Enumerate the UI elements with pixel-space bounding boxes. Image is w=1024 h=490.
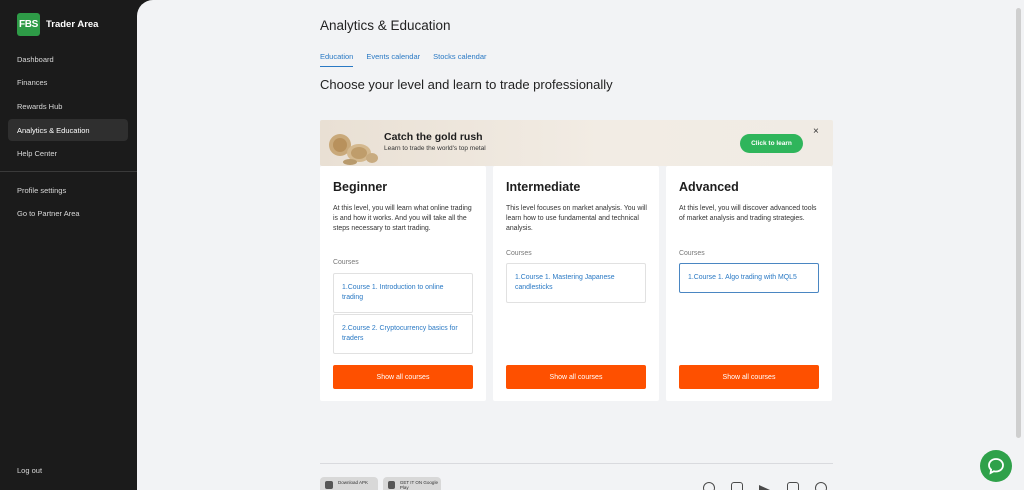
whatsapp-icon[interactable] bbox=[815, 482, 827, 490]
android-icon bbox=[325, 481, 333, 489]
level-card-advanced: Advanced At this level, you will discove… bbox=[666, 166, 832, 401]
course-link[interactable]: 1.Course 1. Mastering Japanese candlesti… bbox=[506, 263, 646, 303]
chat-icon bbox=[988, 458, 1004, 475]
level-title: Advanced bbox=[679, 180, 739, 194]
sidebar-item-help-center[interactable]: Help Center bbox=[8, 142, 128, 164]
sidebar-item-dashboard[interactable]: Dashboard bbox=[8, 48, 128, 70]
level-description: At this level, you will learn what onlin… bbox=[333, 205, 472, 232]
page-scrollbar[interactable] bbox=[1016, 8, 1021, 438]
tab-events-calendar[interactable]: Events calendar bbox=[366, 52, 420, 67]
level-description: At this level, you will discover advance… bbox=[679, 205, 817, 222]
google-play-icon bbox=[388, 481, 395, 489]
courses-label: Courses bbox=[333, 259, 359, 266]
chat-bubble-icon[interactable] bbox=[787, 482, 799, 490]
course-link[interactable]: 1.Course 1. Algo trading with MQL5 bbox=[679, 263, 819, 293]
level-card-beginner: Beginner At this level, you will learn w… bbox=[320, 166, 486, 401]
level-title: Intermediate bbox=[506, 180, 581, 194]
banner-subtitle: Learn to trade the world's top metal bbox=[384, 145, 486, 152]
promo-banner: Catch the gold rush Learn to trade the w… bbox=[320, 120, 833, 166]
sidebar-divider bbox=[0, 171, 137, 172]
courses-label: Courses bbox=[506, 250, 532, 257]
messenger-icon[interactable] bbox=[703, 482, 715, 490]
level-title: Beginner bbox=[333, 180, 388, 194]
course-link[interactable]: 1.Course 1. Introduction to online tradi… bbox=[333, 273, 473, 313]
sidebar-item-rewards-hub[interactable]: Rewards Hub bbox=[8, 95, 128, 117]
show-all-courses-button[interactable]: Show all courses bbox=[506, 365, 646, 389]
tab-bar: Education Events calendar Stocks calenda… bbox=[320, 52, 487, 67]
support-chat-button[interactable] bbox=[980, 450, 1012, 482]
headline: Choose your level and learn to trade pro… bbox=[320, 77, 613, 92]
footer-divider bbox=[320, 463, 833, 464]
show-all-courses-button[interactable]: Show all courses bbox=[679, 365, 819, 389]
brand[interactable]: FBS Trader Area bbox=[17, 13, 98, 36]
sidebar-item-partner-area[interactable]: Go to Partner Area bbox=[8, 202, 128, 224]
sidebar: FBS Trader Area Dashboard Finances Rewar… bbox=[0, 0, 137, 490]
sidebar-item-analytics-education[interactable]: Analytics & Education bbox=[8, 119, 128, 141]
fbs-logo: FBS bbox=[17, 13, 40, 36]
level-description: This level focuses on market analysis. Y… bbox=[506, 205, 647, 232]
course-link[interactable]: 2.Course 2. Cryptocurrency basics for tr… bbox=[333, 314, 473, 354]
banner-title: Catch the gold rush bbox=[384, 131, 483, 143]
google-play-badge-label: GET IT ON Google Play bbox=[399, 480, 438, 490]
level-card-intermediate: Intermediate This level focuses on marke… bbox=[493, 166, 659, 401]
close-icon[interactable]: × bbox=[813, 126, 819, 137]
sidebar-item-finances[interactable]: Finances bbox=[8, 71, 128, 93]
main-panel: Analytics & Education Education Events c… bbox=[137, 0, 1024, 490]
telegram-icon[interactable] bbox=[759, 485, 770, 490]
line-icon[interactable] bbox=[731, 482, 743, 490]
tab-education[interactable]: Education bbox=[320, 52, 354, 67]
gold-coins-icon bbox=[329, 134, 378, 165]
app-title: Trader Area bbox=[46, 19, 99, 30]
logout-link[interactable]: Log out bbox=[8, 459, 128, 481]
show-all-courses-button[interactable]: Show all courses bbox=[333, 365, 473, 389]
click-to-learn-button[interactable]: Click to learn bbox=[740, 134, 803, 153]
sidebar-item-profile-settings[interactable]: Profile settings bbox=[8, 179, 128, 201]
google-play-badge[interactable]: GET IT ON Google Play bbox=[383, 477, 441, 490]
download-apk-badge[interactable]: Download APK bbox=[320, 477, 378, 490]
page-title: Analytics & Education bbox=[320, 18, 451, 33]
courses-label: Courses bbox=[679, 250, 705, 257]
tab-stocks-calendar[interactable]: Stocks calendar bbox=[433, 52, 486, 67]
apk-badge-label: Download APK bbox=[338, 480, 369, 485]
